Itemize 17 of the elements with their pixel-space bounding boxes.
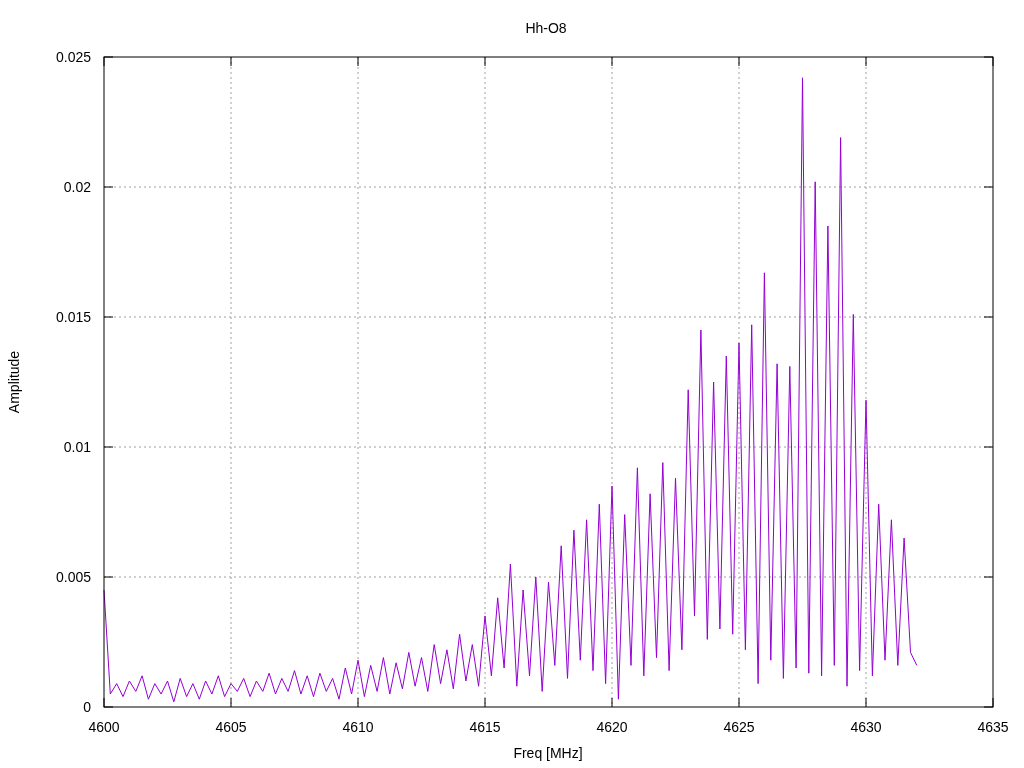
x-tick-label: 4635 bbox=[977, 719, 1009, 735]
x-tick-label: 4630 bbox=[850, 719, 882, 735]
x-tick-label: 4600 bbox=[88, 719, 120, 735]
x-tick-label: 4610 bbox=[342, 719, 374, 735]
x-tick-label: 4625 bbox=[723, 719, 755, 735]
y-tick-label: 0.02 bbox=[63, 179, 91, 195]
y-tick-label: 0.015 bbox=[55, 309, 91, 325]
x-tick-label: 4620 bbox=[596, 719, 628, 735]
y-tick-label: 0.025 bbox=[55, 49, 91, 65]
y-axis-label: Amplitude bbox=[6, 350, 22, 414]
chart-title: Hh-O8 bbox=[525, 20, 567, 36]
x-tick-label: 4615 bbox=[469, 719, 501, 735]
x-tick-label: 4605 bbox=[215, 719, 247, 735]
x-axis-label: Freq [MHz] bbox=[513, 745, 583, 761]
y-tick-label: 0.01 bbox=[63, 439, 91, 455]
y-tick-label: 0 bbox=[83, 699, 91, 715]
y-tick-label: 0.005 bbox=[55, 569, 91, 585]
